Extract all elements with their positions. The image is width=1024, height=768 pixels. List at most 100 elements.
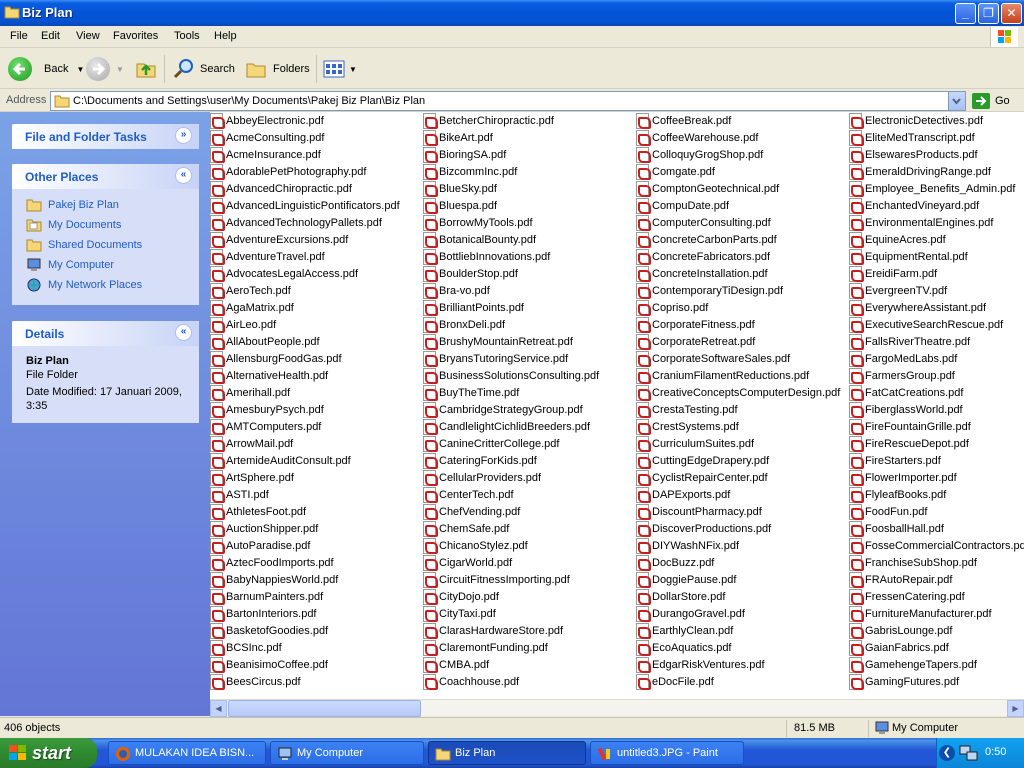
file-item[interactable]: CoffeeWarehouse.pdf (636, 129, 758, 146)
file-item[interactable]: AdvancedTechnologyPallets.pdf (210, 214, 382, 231)
collapse-chevron-icon[interactable]: « (175, 167, 192, 184)
file-item[interactable]: BrilliantPoints.pdf (423, 299, 524, 316)
file-item[interactable]: DurangoGravel.pdf (636, 605, 745, 622)
file-item[interactable]: AutoParadise.pdf (210, 537, 310, 554)
file-item[interactable]: AmesburyPsych.pdf (210, 401, 324, 418)
file-item[interactable]: CoffeeBreak.pdf (636, 112, 731, 129)
file-item[interactable]: DoggiePause.pdf (636, 571, 736, 588)
file-item[interactable]: FireRescueDepot.pdf (849, 435, 969, 452)
tray-expand-icon[interactable]: ❮ (939, 745, 955, 761)
file-item[interactable]: FallsRiverTheatre.pdf (849, 333, 970, 350)
file-item[interactable]: AeroTech.pdf (210, 282, 291, 299)
expand-chevron-icon[interactable]: » (175, 127, 192, 144)
file-item[interactable]: Employee_Benefits_Admin.pdf (849, 180, 1015, 197)
file-item[interactable]: EliteMedTranscript.pdf (849, 129, 975, 146)
file-item[interactable]: ClarasHardwareStore.pdf (423, 622, 563, 639)
file-item[interactable]: CityDojo.pdf (423, 588, 499, 605)
file-item[interactable]: CellularProviders.pdf (423, 469, 541, 486)
file-item[interactable]: BabyNappiesWorld.pdf (210, 571, 338, 588)
file-item[interactable]: AlternativeHealth.pdf (210, 367, 328, 384)
search-button[interactable]: Search (172, 54, 235, 84)
file-folder-tasks-header[interactable]: File and Folder Tasks » (12, 124, 199, 149)
menu-edit[interactable]: Edit (41, 30, 60, 42)
file-item[interactable]: BronxDeli.pdf (423, 316, 505, 333)
file-item[interactable]: EcoAquatics.pdf (636, 639, 732, 656)
file-item[interactable]: AllensburgFoodGas.pdf (210, 350, 342, 367)
file-item[interactable]: AdorablePetPhotography.pdf (210, 163, 366, 180)
file-item[interactable]: DocBuzz.pdf (636, 554, 714, 571)
file-item[interactable]: EquipmentRental.pdf (849, 248, 968, 265)
other-places-header[interactable]: Other Places « (12, 164, 199, 189)
file-item[interactable]: AdventureTravel.pdf (210, 248, 325, 265)
file-item[interactable]: ComptonGeotechnical.pdf (636, 180, 779, 197)
file-item[interactable]: AuctionShipper.pdf (210, 520, 318, 537)
file-item[interactable]: ExecutiveSearchRescue.pdf (849, 316, 1003, 333)
file-item[interactable]: ContemporaryTiDesign.pdf (636, 282, 783, 299)
file-item[interactable]: ConcreteFabricators.pdf (636, 248, 770, 265)
file-item[interactable]: CigarWorld.pdf (423, 554, 512, 571)
file-item[interactable]: BryansTutoringService.pdf (423, 350, 568, 367)
file-item[interactable]: EmeraldDrivingRange.pdf (849, 163, 991, 180)
file-item[interactable]: BorrowMyTools.pdf (423, 214, 533, 231)
file-item[interactable]: BartonInteriors.pdf (210, 605, 317, 622)
file-item[interactable]: CompuDate.pdf (636, 197, 729, 214)
title-bar[interactable]: Biz Plan _ ❐ ✕ (0, 0, 1024, 26)
file-item[interactable]: CityTaxi.pdf (423, 605, 496, 622)
file-item[interactable]: FarmersGroup.pdf (849, 367, 955, 384)
file-item[interactable]: CuttingEdgeDrapery.pdf (636, 452, 769, 469)
file-item[interactable]: ComputerConsulting.pdf (636, 214, 771, 231)
start-button[interactable]: start (0, 738, 97, 768)
file-item[interactable]: FRAutoRepair.pdf (849, 571, 952, 588)
file-item[interactable]: EquineAcres.pdf (849, 231, 946, 248)
file-item[interactable]: DollarStore.pdf (636, 588, 725, 605)
file-item[interactable]: BusinessSolutionsConsulting.pdf (423, 367, 599, 384)
file-item[interactable]: Comgate.pdf (636, 163, 715, 180)
scrollbar-thumb[interactable] (228, 700, 421, 717)
file-item[interactable]: FargoMedLabs.pdf (849, 350, 957, 367)
file-item[interactable]: CorporateRetreat.pdf (636, 333, 755, 350)
file-item[interactable]: FoodFun.pdf (849, 503, 927, 520)
file-item[interactable]: eDocFile.pdf (636, 673, 714, 690)
file-item[interactable]: Amerihall.pdf (210, 384, 290, 401)
file-item[interactable]: DiscountPharmacy.pdf (636, 503, 762, 520)
file-item[interactable]: AdventureExcursions.pdf (210, 231, 348, 248)
file-item[interactable]: GamingFutures.pdf (849, 673, 959, 690)
file-item[interactable]: FressenCatering.pdf (849, 588, 965, 605)
file-item[interactable]: ArtSphere.pdf (210, 469, 294, 486)
file-item[interactable]: AllAboutPeople.pdf (210, 333, 320, 350)
file-item[interactable]: BuyTheTime.pdf (423, 384, 519, 401)
file-item[interactable]: ChicanoStylez.pdf (423, 537, 528, 554)
place-shared-documents[interactable]: Shared Documents (26, 238, 142, 252)
network-connection-icon[interactable] (959, 744, 979, 762)
file-item[interactable]: ChefVending.pdf (423, 503, 520, 520)
file-item[interactable]: AdvancedChiropractic.pdf (210, 180, 352, 197)
file-item[interactable]: AztecFoodImports.pdf (210, 554, 334, 571)
file-item[interactable]: FatCatCreations.pdf (849, 384, 963, 401)
file-item[interactable]: BarnumPainters.pdf (210, 588, 323, 605)
file-item[interactable]: EnchantedVineyard.pdf (849, 197, 979, 214)
file-item[interactable]: CraniumFilamentReductions.pdf (636, 367, 809, 384)
horizontal-scrollbar[interactable]: ◀ ▶ (210, 699, 1024, 717)
file-item[interactable]: GaianFabrics.pdf (849, 639, 949, 656)
go-button[interactable]: Go (972, 92, 1010, 110)
details-header[interactable]: Details « (12, 321, 199, 346)
up-folder-button[interactable] (134, 54, 158, 84)
file-item[interactable]: BetcherChiropractic.pdf (423, 112, 554, 129)
file-item[interactable]: CanineCritterCollege.pdf (423, 435, 559, 452)
file-item[interactable]: AirLeo.pdf (210, 316, 276, 333)
file-item[interactable]: ASTI.pdf (210, 486, 269, 503)
file-item[interactable]: Bluespa.pdf (423, 197, 497, 214)
file-item[interactable]: ColloquyGrogShop.pdf (636, 146, 763, 163)
file-item[interactable]: CMBA.pdf (423, 656, 489, 673)
taskbar-button-my-computer[interactable]: My Computer (270, 741, 424, 765)
file-item[interactable]: ConcreteInstallation.pdf (636, 265, 768, 282)
minimize-button[interactable]: _ (955, 3, 976, 24)
folders-button[interactable]: Folders (245, 54, 310, 84)
taskbar-button-firefox[interactable]: MULAKAN IDEA BISN... (108, 741, 266, 765)
file-item[interactable]: CrestSystems.pdf (636, 418, 739, 435)
file-item[interactable]: BoulderStop.pdf (423, 265, 518, 282)
scroll-right-button[interactable]: ▶ (1007, 700, 1024, 717)
file-item[interactable]: GamehengeTapers.pdf (849, 656, 977, 673)
close-button[interactable]: ✕ (1001, 3, 1022, 24)
file-item[interactable]: ArtemideAuditConsult.pdf (210, 452, 351, 469)
